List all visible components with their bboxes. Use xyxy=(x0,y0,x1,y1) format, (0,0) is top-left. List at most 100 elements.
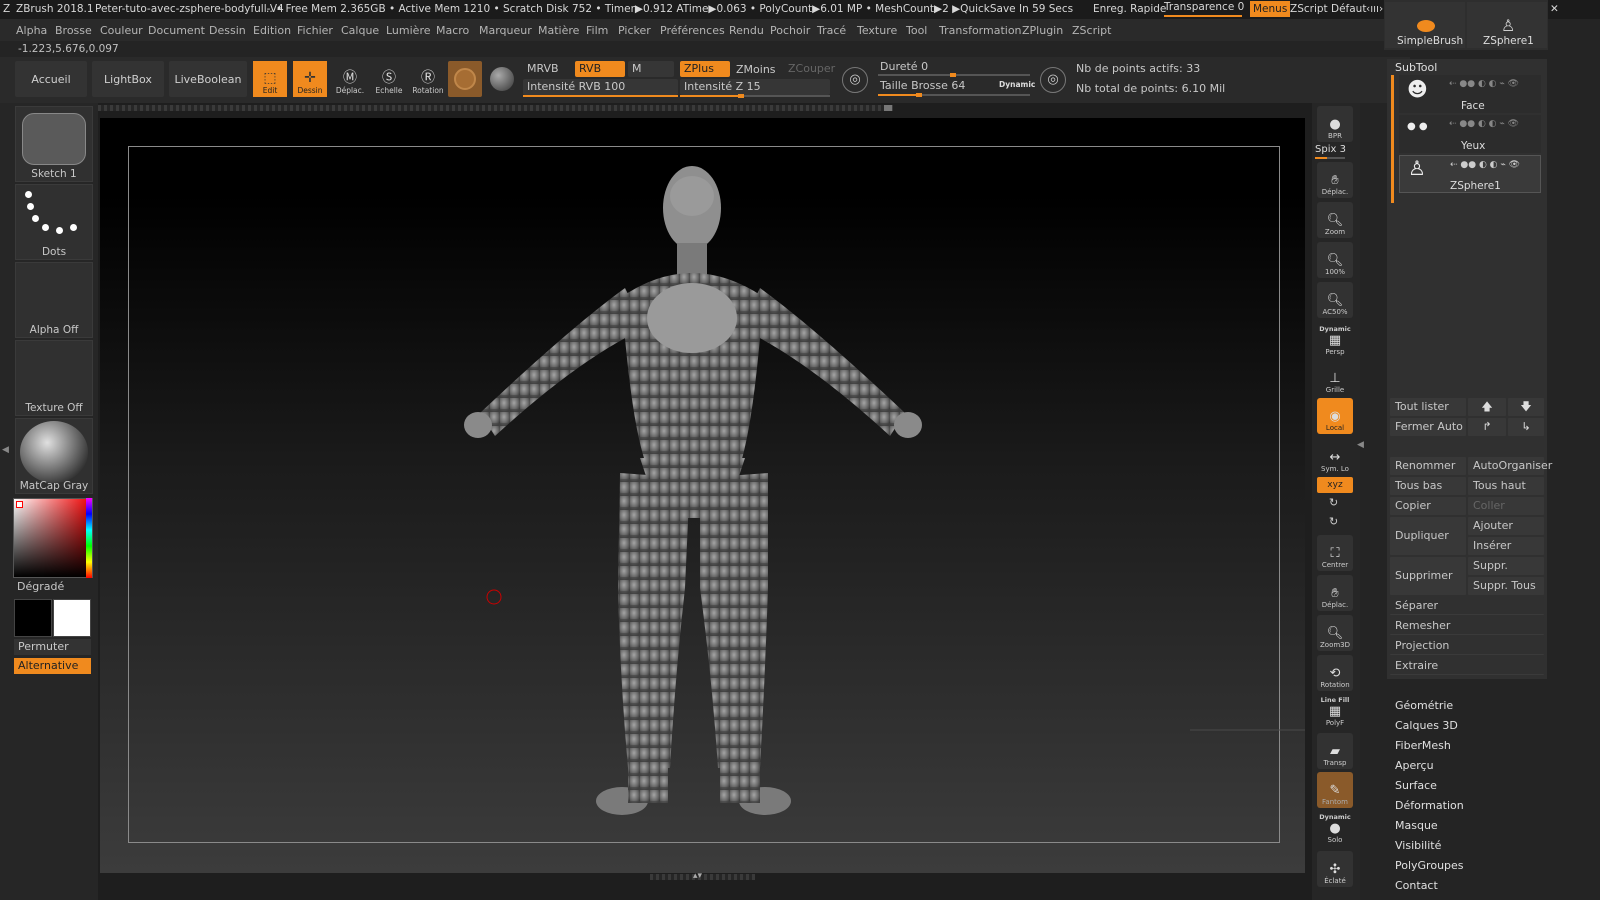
solo-button[interactable]: Dynamic ● Solo xyxy=(1317,810,1353,846)
ruler-handle[interactable] xyxy=(884,105,892,111)
menu-rendu[interactable]: Rendu xyxy=(729,24,764,37)
focal-shift-icon[interactable]: ◎ xyxy=(842,67,868,93)
menu-preferences[interactable]: Préférences xyxy=(660,24,725,37)
all-high-button[interactable]: Tous haut xyxy=(1468,477,1544,495)
mrvb-button[interactable]: MRVB xyxy=(523,61,559,77)
material-button[interactable] xyxy=(448,61,482,97)
section-visibilite[interactable]: Visibilité xyxy=(1395,839,1441,852)
accueil-button[interactable]: Accueil xyxy=(15,61,87,97)
sym-local-button[interactable]: ↔ Sym. Lo xyxy=(1317,439,1353,475)
zoom3d-button[interactable]: 🔍︎ Zoom3D xyxy=(1317,615,1353,651)
spix-track[interactable] xyxy=(1315,157,1345,159)
extract-section[interactable]: Extraire xyxy=(1390,657,1544,675)
subtool-scrollbar[interactable] xyxy=(1391,75,1394,203)
section-surface[interactable]: Surface xyxy=(1395,779,1437,792)
menu-couleur[interactable]: Couleur xyxy=(100,24,143,37)
menu-film[interactable]: Film xyxy=(586,24,608,37)
menu-transformation[interactable]: Transformation xyxy=(939,24,1022,37)
section-contact[interactable]: Contact xyxy=(1395,879,1438,892)
zoom-button[interactable]: 🔍︎ Zoom xyxy=(1317,202,1353,238)
section-polygroupes[interactable]: PolyGroupes xyxy=(1395,859,1464,872)
hue-strip[interactable] xyxy=(86,498,92,578)
intensite-rvb-slider[interactable]: Intensité RVB 100 xyxy=(523,79,678,95)
spix-slider[interactable]: Spix 3 xyxy=(1315,144,1346,155)
auto-collapse-button[interactable]: Fermer Auto xyxy=(1390,418,1466,436)
xyz-button[interactable]: xyz xyxy=(1317,477,1353,493)
menu-lumiere[interactable]: Lumière xyxy=(386,24,431,37)
zscript-default-button[interactable]: ZScript Défaut xyxy=(1290,3,1366,15)
menu-zplugin[interactable]: ZPlugin xyxy=(1022,24,1063,37)
material-selector[interactable]: MatCap Gray xyxy=(15,418,93,494)
secondary-color-swatch[interactable] xyxy=(53,599,91,637)
liveboolean-button[interactable]: LiveBoolean xyxy=(169,61,247,97)
taille-brosse-track[interactable] xyxy=(878,93,1030,97)
menu-calque[interactable]: Calque xyxy=(341,24,379,37)
redirect-icon[interactable]: ↱ xyxy=(1468,418,1506,436)
collapse-right-icon[interactable]: ◀ xyxy=(1357,440,1364,454)
menu-alpha[interactable]: Alpha xyxy=(16,24,47,37)
section-geometrie[interactable]: Géométrie xyxy=(1395,699,1453,712)
durete-slider[interactable]: Dureté 0 xyxy=(876,59,928,75)
dessin-button[interactable]: ✛ Dessin xyxy=(293,61,327,97)
stroke-type-selector[interactable]: Dots xyxy=(15,184,93,260)
dynamic-toggle[interactable]: Dynamic xyxy=(995,77,1035,93)
close-icon[interactable]: ✕ xyxy=(1550,3,1559,15)
all-low-button[interactable]: Tous bas xyxy=(1390,477,1466,495)
subtool-item-yeux[interactable]: ● ● ⇠ ●● ◐ ◐ ⌁ 👁︎ Yeux xyxy=(1399,115,1541,153)
bpr-button[interactable]: ● BPR xyxy=(1317,106,1353,142)
edit-button[interactable]: ⬚ Edit xyxy=(253,61,287,97)
subtool-title[interactable]: SubTool xyxy=(1395,61,1437,74)
color-picker[interactable] xyxy=(13,498,93,578)
delete-others-button[interactable]: Suppr. Autres xyxy=(1468,557,1544,590)
list-all-button[interactable]: Tout lister xyxy=(1390,398,1466,416)
zoom-100-button[interactable]: 🔍︎ 100% xyxy=(1317,242,1353,278)
menu-zscript[interactable]: ZScript xyxy=(1072,24,1111,37)
ac50-button[interactable]: 🔍︎ AC50% xyxy=(1317,282,1353,318)
menu-dessin[interactable]: Dessin xyxy=(209,24,246,37)
canvas[interactable] xyxy=(100,118,1305,873)
polyframe-button[interactable]: Line Fill ▦ PolyF xyxy=(1317,693,1353,729)
scale-button[interactable]: Ⓢ Echelle xyxy=(372,61,406,97)
autoreorder-button[interactable]: AutoOrganiser xyxy=(1468,457,1552,475)
m-button[interactable]: M xyxy=(628,61,674,77)
delete-all-button[interactable]: Suppr. Tous xyxy=(1468,577,1544,595)
expand-arrows-icon[interactable]: ▴▾ xyxy=(693,871,702,881)
zcut-button[interactable]: ZCouper xyxy=(784,61,835,77)
subtool-controls-icon[interactable]: ⇠ ●● ◐ ◐ ⌁ 👁︎ xyxy=(1449,119,1519,129)
intensite-rvb-track[interactable] xyxy=(523,95,678,97)
zminus-button[interactable]: ZMoins xyxy=(732,62,776,78)
move-up-icon[interactable]: 🡅︎ xyxy=(1468,398,1506,416)
gradient-label[interactable]: Dégradé xyxy=(17,580,64,593)
move-down-icon[interactable]: 🡇︎ xyxy=(1508,398,1544,416)
menu-picker[interactable]: Picker xyxy=(618,24,651,37)
bottom-scroll-handle[interactable] xyxy=(650,874,755,880)
taille-brosse-slider[interactable]: Taille Brosse 64 xyxy=(876,78,965,94)
menu-fichier[interactable]: Fichier xyxy=(297,24,333,37)
intensite-z-slider[interactable]: Intensité Z 15 xyxy=(680,79,830,95)
menu-edition[interactable]: Edition xyxy=(253,24,291,37)
redirect-down-icon[interactable]: ↳ xyxy=(1508,418,1544,436)
alternative-button[interactable]: Alternative xyxy=(14,658,91,674)
transparence-slider[interactable]: Transparence 0 xyxy=(1164,1,1244,17)
rotate-y-icon[interactable]: ↻ xyxy=(1329,496,1338,509)
subtool-item-zsphere[interactable]: ♙ ⇠ ●● ◐ ◐ ⌁ 👁︎ ZSphere1 xyxy=(1399,155,1541,193)
paste-button[interactable]: Coller xyxy=(1468,497,1544,515)
insert-button[interactable]: Insérer xyxy=(1468,537,1544,555)
floor-grid-button[interactable]: ⊥ Grille xyxy=(1317,360,1353,396)
subtool-controls-icon[interactable]: ⇠ ●● ◐ ◐ ⌁ 👁︎ xyxy=(1450,160,1520,170)
menu-brosse[interactable]: Brosse xyxy=(55,24,92,37)
layout-icon[interactable]: ‹ııı› xyxy=(1366,3,1383,15)
rename-button[interactable]: Renommer xyxy=(1390,457,1466,475)
section-apercu[interactable]: Aperçu xyxy=(1395,759,1434,772)
simplebrush-thumb[interactable]: SimpleBrush xyxy=(1385,2,1465,48)
menu-trace[interactable]: Tracé xyxy=(817,24,846,37)
section-masque[interactable]: Masque xyxy=(1395,819,1438,832)
rotate-button[interactable]: Ⓡ Rotation xyxy=(411,61,445,97)
move-3d-button[interactable]: ✋︎ Déplac. xyxy=(1317,575,1353,611)
move-button[interactable]: Ⓜ Déplac. xyxy=(333,61,367,97)
local-button[interactable]: ◉ Local xyxy=(1317,398,1353,434)
delete-button[interactable]: Supprimer xyxy=(1390,557,1466,595)
split-section[interactable]: Séparer xyxy=(1390,597,1544,615)
explode-button[interactable]: ✣ Éclaté xyxy=(1317,851,1353,887)
quick-save-button[interactable]: Enreg. Rapide xyxy=(1093,3,1166,15)
